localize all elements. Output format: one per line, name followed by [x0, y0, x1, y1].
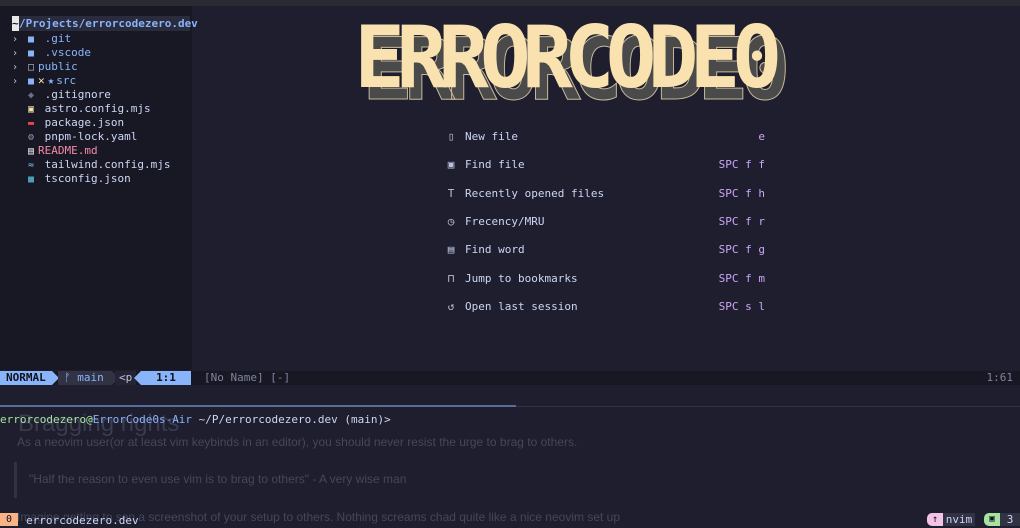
- tree-item-label: tsconfig.json: [44, 172, 131, 185]
- new-file-icon: ▯: [447, 130, 455, 143]
- action-label: Jump to bookmarks: [465, 272, 578, 285]
- dashboard-action-find-word[interactable]: ▤ Find word SPC f g: [445, 242, 770, 258]
- tree-item-label: tailwind.config.mjs: [44, 158, 171, 171]
- restore-session-icon: ↺: [447, 300, 455, 313]
- prompt-host: ErrorCode0s-Air: [92, 413, 193, 426]
- background-page-paragraph: As a neovim user(or at least vim keybind…: [17, 435, 578, 449]
- tree-file-tsconfig[interactable]: ■ tsconfig.json: [12, 172, 131, 186]
- background-page-quote: "Half the reason to even use vim is to b…: [29, 472, 407, 486]
- action-label: Frecency/MRU: [465, 215, 545, 228]
- dashboard-action-frecency[interactable]: ◷ Frecency/MRU SPC f r: [445, 214, 770, 230]
- tree-item-label: public: [38, 60, 78, 73]
- prompt-at: @: [86, 413, 93, 426]
- action-label: Recently opened files: [465, 187, 605, 200]
- prompt-git: (main)>: [337, 413, 391, 426]
- folder-icon: ■: [27, 48, 35, 59]
- text-icon: T: [447, 187, 455, 200]
- git-modified-icon: ✕: [38, 74, 45, 87]
- dashboard-banner: ERRORCODE0 ERRORCODE0: [350, 8, 860, 114]
- git-branch: ᚠ main: [58, 371, 119, 385]
- prompt-path: ~/P/errorcodezero.dev: [192, 413, 338, 426]
- action-label: Open last session: [465, 300, 578, 313]
- markdown-icon: ▤: [27, 146, 35, 157]
- dashboard-action-find-file[interactable]: ▣ Find file SPC f f: [445, 157, 770, 173]
- tree-file-astro-config[interactable]: ▣ astro.config.mjs: [12, 102, 151, 116]
- program-icon: ↑: [927, 513, 943, 526]
- tree-folder-public[interactable]: › □ public: [12, 60, 78, 74]
- tree-item-label: .git: [44, 32, 72, 45]
- buffer-name: [No Name] [-]: [204, 371, 291, 384]
- tree-file-package-json[interactable]: ▬ package.json: [12, 116, 124, 130]
- action-label: Find word: [465, 243, 525, 256]
- find-file-icon: ▣: [447, 158, 455, 171]
- git-icon: ◆: [27, 90, 35, 101]
- tmux-window-index[interactable]: 0: [0, 513, 18, 526]
- action-label: New file: [465, 130, 518, 143]
- terminal-icon: ▣: [984, 513, 1000, 526]
- gear-icon: ⚙: [27, 132, 35, 143]
- tree-folder-src[interactable]: › ■ ✕ ★ src: [12, 74, 76, 88]
- action-label: Find file: [465, 158, 525, 171]
- npm-icon: ▬: [27, 118, 35, 129]
- tailwind-icon: ≈: [27, 160, 35, 171]
- mode-indicator: NORMAL: [0, 371, 59, 385]
- dashboard-action-last-session[interactable]: ↺ Open last session SPC s l: [445, 299, 770, 315]
- chevron-right-icon: ›: [12, 34, 19, 45]
- tree-item-label: README.md: [38, 144, 98, 157]
- chevron-right-icon: ›: [12, 76, 19, 87]
- action-shortcut: SPC f m: [718, 272, 765, 285]
- git-branch-icon: ᚠ: [64, 371, 71, 384]
- javascript-icon: ▣: [27, 104, 35, 115]
- star-icon: ★: [47, 74, 55, 87]
- dashboard-action-new-file[interactable]: ▯ New file e: [445, 129, 770, 145]
- folder-open-outline-icon: □: [27, 62, 35, 73]
- tmux-window-count: 3: [1000, 513, 1020, 526]
- find-word-icon: ▤: [447, 243, 455, 256]
- tree-file-tailwind-config[interactable]: ≈ tailwind.config.mjs: [12, 158, 170, 172]
- tree-file-pnpm-lock[interactable]: ⚙ pnpm-lock.yaml: [12, 130, 137, 144]
- branch-name: main: [77, 371, 104, 384]
- action-shortcut: SPC f g: [718, 243, 765, 256]
- tree-folder-git[interactable]: › ■ .git: [12, 32, 71, 46]
- action-shortcut: e: [758, 130, 765, 143]
- bookmark-icon: ⊓: [447, 272, 455, 285]
- tree-item-label: .gitignore: [44, 88, 111, 101]
- typescript-icon: ■: [27, 174, 35, 185]
- tree-root-path[interactable]: ~/Projects/errorcodezero.dev: [12, 16, 198, 31]
- background-quote-bar: [14, 462, 17, 498]
- action-shortcut: SPC f f: [718, 158, 765, 171]
- root-path-label: /Projects/errorcodezero.dev: [19, 17, 198, 30]
- tmux-session-name: errorcodezero.dev: [26, 514, 139, 527]
- pane-separator-active: [0, 405, 516, 407]
- banner-text: ERRORCODE0: [354, 8, 782, 108]
- tree-folder-vscode[interactable]: › ■ .vscode: [12, 46, 91, 60]
- tree-item-label: package.json: [44, 116, 125, 129]
- cursor: ~: [12, 16, 19, 31]
- command-position: 1:61: [986, 371, 1014, 384]
- action-shortcut: SPC f h: [718, 187, 765, 200]
- shell-prompt[interactable]: errorcodezero@ErrorCode0s-Air ~/P/errorc…: [0, 413, 391, 426]
- dashboard-action-bookmarks[interactable]: ⊓ Jump to bookmarks SPC f m: [445, 271, 770, 287]
- folder-icon: ■: [27, 76, 35, 87]
- prompt-user: errorcodezero: [0, 413, 87, 426]
- cursor-position: 1:1: [134, 371, 191, 385]
- dashboard-action-recent-files[interactable]: T Recently opened files SPC f h: [445, 186, 770, 202]
- tmux-right-status: ↑ nvim ▣ 3: [920, 513, 1020, 526]
- chevron-right-icon: ›: [12, 62, 19, 73]
- tree-file-readme[interactable]: ▤ README.md: [12, 144, 98, 158]
- file-tree: ~/Projects/errorcodezero.dev › ■ .git › ■ …: [0, 6, 198, 370]
- history-icon: ◷: [447, 215, 455, 228]
- folder-icon: ■: [27, 34, 35, 45]
- tree-item-label: pnpm-lock.yaml: [44, 130, 138, 143]
- action-shortcut: SPC s l: [718, 300, 765, 313]
- tmux-program: nvim: [943, 513, 975, 526]
- tmux-status-bar: 0 errorcodezero.dev ↑ nvim ▣ 3: [0, 512, 1020, 527]
- tree-item-label: astro.config.mjs: [44, 102, 151, 115]
- tree-item-label: .vscode: [44, 46, 91, 59]
- action-shortcut: SPC f r: [718, 215, 765, 228]
- tree-item-label: src: [56, 74, 77, 87]
- tree-file-gitignore[interactable]: ◆ .gitignore: [12, 88, 111, 102]
- chevron-right-icon: ›: [12, 48, 19, 59]
- statusline: NORMAL ᚠ main <p 1:1 [No Name] [-] 1:61: [0, 371, 1020, 385]
